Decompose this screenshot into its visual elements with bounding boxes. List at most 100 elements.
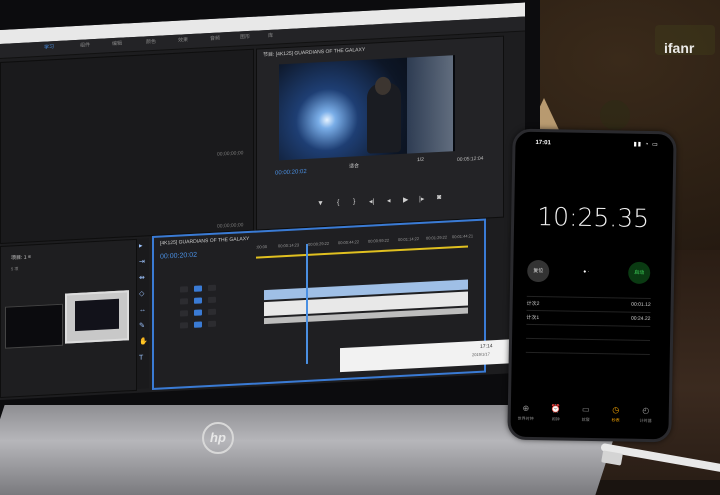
selection-tool-icon[interactable]: ▸ bbox=[139, 242, 147, 250]
tab-label: 计时器 bbox=[639, 417, 652, 424]
page-indicator[interactable]: ● · bbox=[583, 269, 589, 275]
project-sequence-thumbnail[interactable] bbox=[65, 290, 129, 344]
program-monitor-tab[interactable]: 节目: [4K125] GUARDIANS OF THE GALAXY bbox=[263, 46, 365, 58]
menu-item-libraries[interactable]: 库 bbox=[268, 32, 273, 39]
stopwatch-icon: ◷ bbox=[612, 405, 620, 415]
track-select-tool-icon[interactable]: ⇥ bbox=[139, 258, 147, 266]
stopwatch-readout: 10:25.35 bbox=[537, 202, 650, 233]
menu-item-editing[interactable]: 编辑 bbox=[112, 40, 122, 48]
menu-item-color[interactable]: 颜色 bbox=[146, 38, 156, 46]
source-timecode-top: 00;00;00;00 bbox=[217, 150, 244, 158]
track-target[interactable] bbox=[194, 309, 202, 316]
type-tool-icon[interactable]: T bbox=[139, 354, 147, 362]
track-toggle[interactable] bbox=[208, 284, 216, 292]
tab-alarm[interactable]: ⏰ 闹钟 bbox=[545, 398, 567, 422]
lap-row-empty bbox=[526, 323, 651, 340]
pen-tool-icon[interactable]: ✎ bbox=[139, 322, 147, 330]
lap-row: 计次1 00:24.22 bbox=[526, 309, 651, 326]
tab-label: 秒表 bbox=[611, 417, 620, 423]
ruler-tick: 00:01:14:22 bbox=[398, 236, 420, 243]
in-point-icon[interactable]: { bbox=[337, 199, 339, 206]
ruler-tick: 00:00:44:22 bbox=[338, 239, 360, 246]
video-frame bbox=[279, 55, 455, 161]
project-clip-thumbnail[interactable] bbox=[5, 303, 63, 349]
start-button[interactable]: 启动 bbox=[628, 261, 651, 285]
world-clock-icon: ⊕ bbox=[522, 403, 530, 413]
lap-label: 计次1 bbox=[526, 314, 540, 322]
program-timecode[interactable]: 00:00:20:02 bbox=[275, 169, 307, 177]
slip-tool-icon[interactable]: ↔ bbox=[139, 306, 147, 314]
playhead[interactable] bbox=[306, 243, 308, 364]
tools-panel: ▸ ⇥ ⇹ ◇ ↔ ✎ ✋ T bbox=[137, 238, 149, 389]
status-bar-time: 17:01 bbox=[535, 139, 551, 147]
clock-tab-bar: ⊕ 世界时钟 ⏰ 闹钟 ▭ 就寝 ◷ 秒表 ◴ 计时器 bbox=[511, 394, 669, 427]
out-point-icon[interactable]: } bbox=[353, 198, 355, 205]
track-toggle[interactable] bbox=[208, 320, 216, 328]
lap-time: 00:01.12 bbox=[631, 301, 651, 309]
tab-timer[interactable]: ◴ 计时器 bbox=[635, 400, 657, 424]
track-target[interactable] bbox=[194, 297, 202, 304]
background-light bbox=[600, 100, 630, 130]
export-frame-icon[interactable]: ◙ bbox=[437, 194, 441, 201]
ruler-tick: 00:00:14:23 bbox=[278, 242, 300, 249]
ruler-tick: :00:00 bbox=[256, 244, 268, 250]
tab-label: 世界时钟 bbox=[517, 415, 534, 422]
source-monitor: 00;00;00;00 00;00;00;00 bbox=[0, 48, 254, 245]
alarm-icon: ⏰ bbox=[550, 404, 561, 414]
ripple-edit-tool-icon[interactable]: ⇹ bbox=[139, 274, 147, 282]
tab-label: 闹钟 bbox=[551, 416, 560, 422]
taskbar-time[interactable]: 17:14 bbox=[480, 343, 493, 350]
track-toggle[interactable] bbox=[208, 308, 216, 316]
menu-item-graphics[interactable]: 图形 bbox=[240, 33, 250, 41]
razor-tool-icon[interactable]: ◇ bbox=[139, 290, 147, 298]
phone: 17:01 ▮▮ ◔ ▭ 10:25.35 复位 ● · 启动 计次2 00:0… bbox=[507, 128, 677, 443]
project-item-count: 5 项 bbox=[11, 266, 19, 272]
lap-label: 计次2 bbox=[526, 300, 540, 308]
play-icon[interactable]: ▶ bbox=[403, 196, 408, 204]
tab-stopwatch[interactable]: ◷ 秒表 bbox=[605, 399, 627, 423]
tab-world-clock[interactable]: ⊕ 世界时钟 bbox=[515, 398, 537, 422]
menu-item-audio[interactable]: 音频 bbox=[210, 34, 220, 42]
hand-tool-icon[interactable]: ✋ bbox=[139, 338, 148, 346]
menu-item-effects[interactable]: 效果 bbox=[178, 36, 188, 44]
program-duration: 00:05:12:04 bbox=[457, 155, 484, 164]
program-monitor: 节目: [4K125] GUARDIANS OF THE GALAXY 00:0… bbox=[256, 35, 504, 231]
ruler-tick: 00:01:29:22 bbox=[426, 234, 448, 241]
track-toggle[interactable] bbox=[180, 298, 188, 305]
resolution-dropdown[interactable]: 1/2 bbox=[417, 157, 424, 163]
timer-icon: ◴ bbox=[642, 405, 650, 416]
lap-time: 00:24.22 bbox=[630, 315, 651, 323]
menu-item-learn[interactable]: 学习 bbox=[44, 43, 54, 51]
hp-logo: hp bbox=[202, 422, 234, 454]
lap-row: 计次2 00:01.12 bbox=[526, 295, 651, 312]
timeline-tab[interactable]: [4K125] GUARDIANS OF THE GALAXY bbox=[160, 236, 249, 247]
track-toggle[interactable] bbox=[180, 310, 188, 317]
timeline-timecode[interactable]: 00:00:20:02 bbox=[160, 252, 197, 261]
source-timecode-bottom: 00;00;00;00 bbox=[217, 222, 244, 230]
track-toggle[interactable] bbox=[180, 286, 188, 293]
lap-row-empty bbox=[525, 351, 650, 368]
zoom-fit-dropdown[interactable]: 适合 bbox=[349, 162, 359, 170]
lap-row-empty bbox=[525, 337, 651, 354]
track-toggle[interactable] bbox=[208, 296, 216, 304]
step-forward-icon[interactable]: |▸ bbox=[419, 195, 424, 203]
menu-item-assembly[interactable]: 组件 bbox=[80, 41, 90, 49]
rewind-icon[interactable]: ◂ bbox=[387, 197, 391, 205]
status-bar-icons: ▮▮ ◔ ▭ bbox=[633, 141, 659, 149]
project-panel: 项目: 1 ≡ 5 项 bbox=[0, 238, 137, 398]
tab-label: 就寝 bbox=[581, 416, 590, 422]
video-doorway bbox=[407, 55, 453, 154]
ruler-tick: 00:00:59:22 bbox=[368, 237, 390, 244]
ruler-tick: 00:00:29:22 bbox=[308, 240, 330, 247]
track-target[interactable] bbox=[194, 321, 202, 328]
taskbar-date[interactable]: 2019/1/17 bbox=[472, 351, 490, 357]
track-toggle[interactable] bbox=[180, 322, 188, 329]
track-target[interactable] bbox=[194, 285, 202, 292]
bedtime-icon: ▭ bbox=[581, 404, 590, 414]
laptop-screen: 学习 组件 编辑 颜色 效果 音频 图形 库 00;00;00;00 00;00… bbox=[0, 2, 525, 401]
reset-button[interactable]: 复位 bbox=[527, 259, 550, 283]
marker-icon[interactable]: ▼ bbox=[317, 200, 324, 207]
project-tab[interactable]: 项目: 1 ≡ bbox=[11, 253, 31, 261]
tab-bedtime[interactable]: ▭ 就寝 bbox=[575, 399, 597, 423]
step-back-icon[interactable]: ◂| bbox=[369, 197, 374, 205]
